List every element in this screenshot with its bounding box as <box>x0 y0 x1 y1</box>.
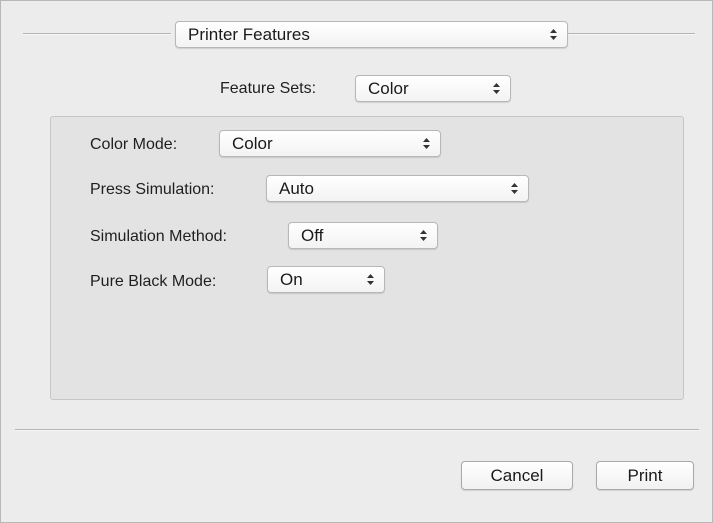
pure-black-mode-label: Pure Black Mode: <box>90 273 217 290</box>
simulation-method-value: Off <box>301 226 324 245</box>
color-mode-value: Color <box>232 134 273 153</box>
feature-sets-select[interactable]: Color <box>355 75 511 102</box>
settings-panel <box>50 116 684 400</box>
pure-black-mode-select[interactable]: On <box>267 266 385 293</box>
cancel-button[interactable]: Cancel <box>461 461 573 490</box>
color-mode-label: Color Mode: <box>90 136 178 153</box>
color-mode-select[interactable]: Color <box>219 130 441 157</box>
simulation-method-select[interactable]: Off <box>288 222 438 249</box>
top-separator-right <box>568 33 695 35</box>
popup-arrows-icon <box>423 138 430 149</box>
simulation-method-label: Simulation Method: <box>90 228 227 245</box>
popup-arrows-icon <box>420 230 427 241</box>
top-separator-left <box>23 33 171 35</box>
popup-arrows-icon <box>511 183 518 194</box>
print-dialog: Printer Features Feature Sets: Color Col… <box>0 0 713 523</box>
feature-sets-label: Feature Sets: <box>220 80 317 97</box>
press-simulation-select[interactable]: Auto <box>266 175 529 202</box>
press-simulation-label: Press Simulation: <box>90 181 215 198</box>
print-button[interactable]: Print <box>596 461 694 490</box>
bottom-separator <box>15 429 699 431</box>
panel-select-value: Printer Features <box>188 25 310 44</box>
pure-black-mode-value: On <box>280 270 303 289</box>
press-simulation-value: Auto <box>279 179 314 198</box>
popup-arrows-icon <box>550 29 557 40</box>
popup-arrows-icon <box>367 274 374 285</box>
panel-select[interactable]: Printer Features <box>175 21 568 48</box>
popup-arrows-icon <box>493 83 500 94</box>
feature-sets-value: Color <box>368 79 409 98</box>
